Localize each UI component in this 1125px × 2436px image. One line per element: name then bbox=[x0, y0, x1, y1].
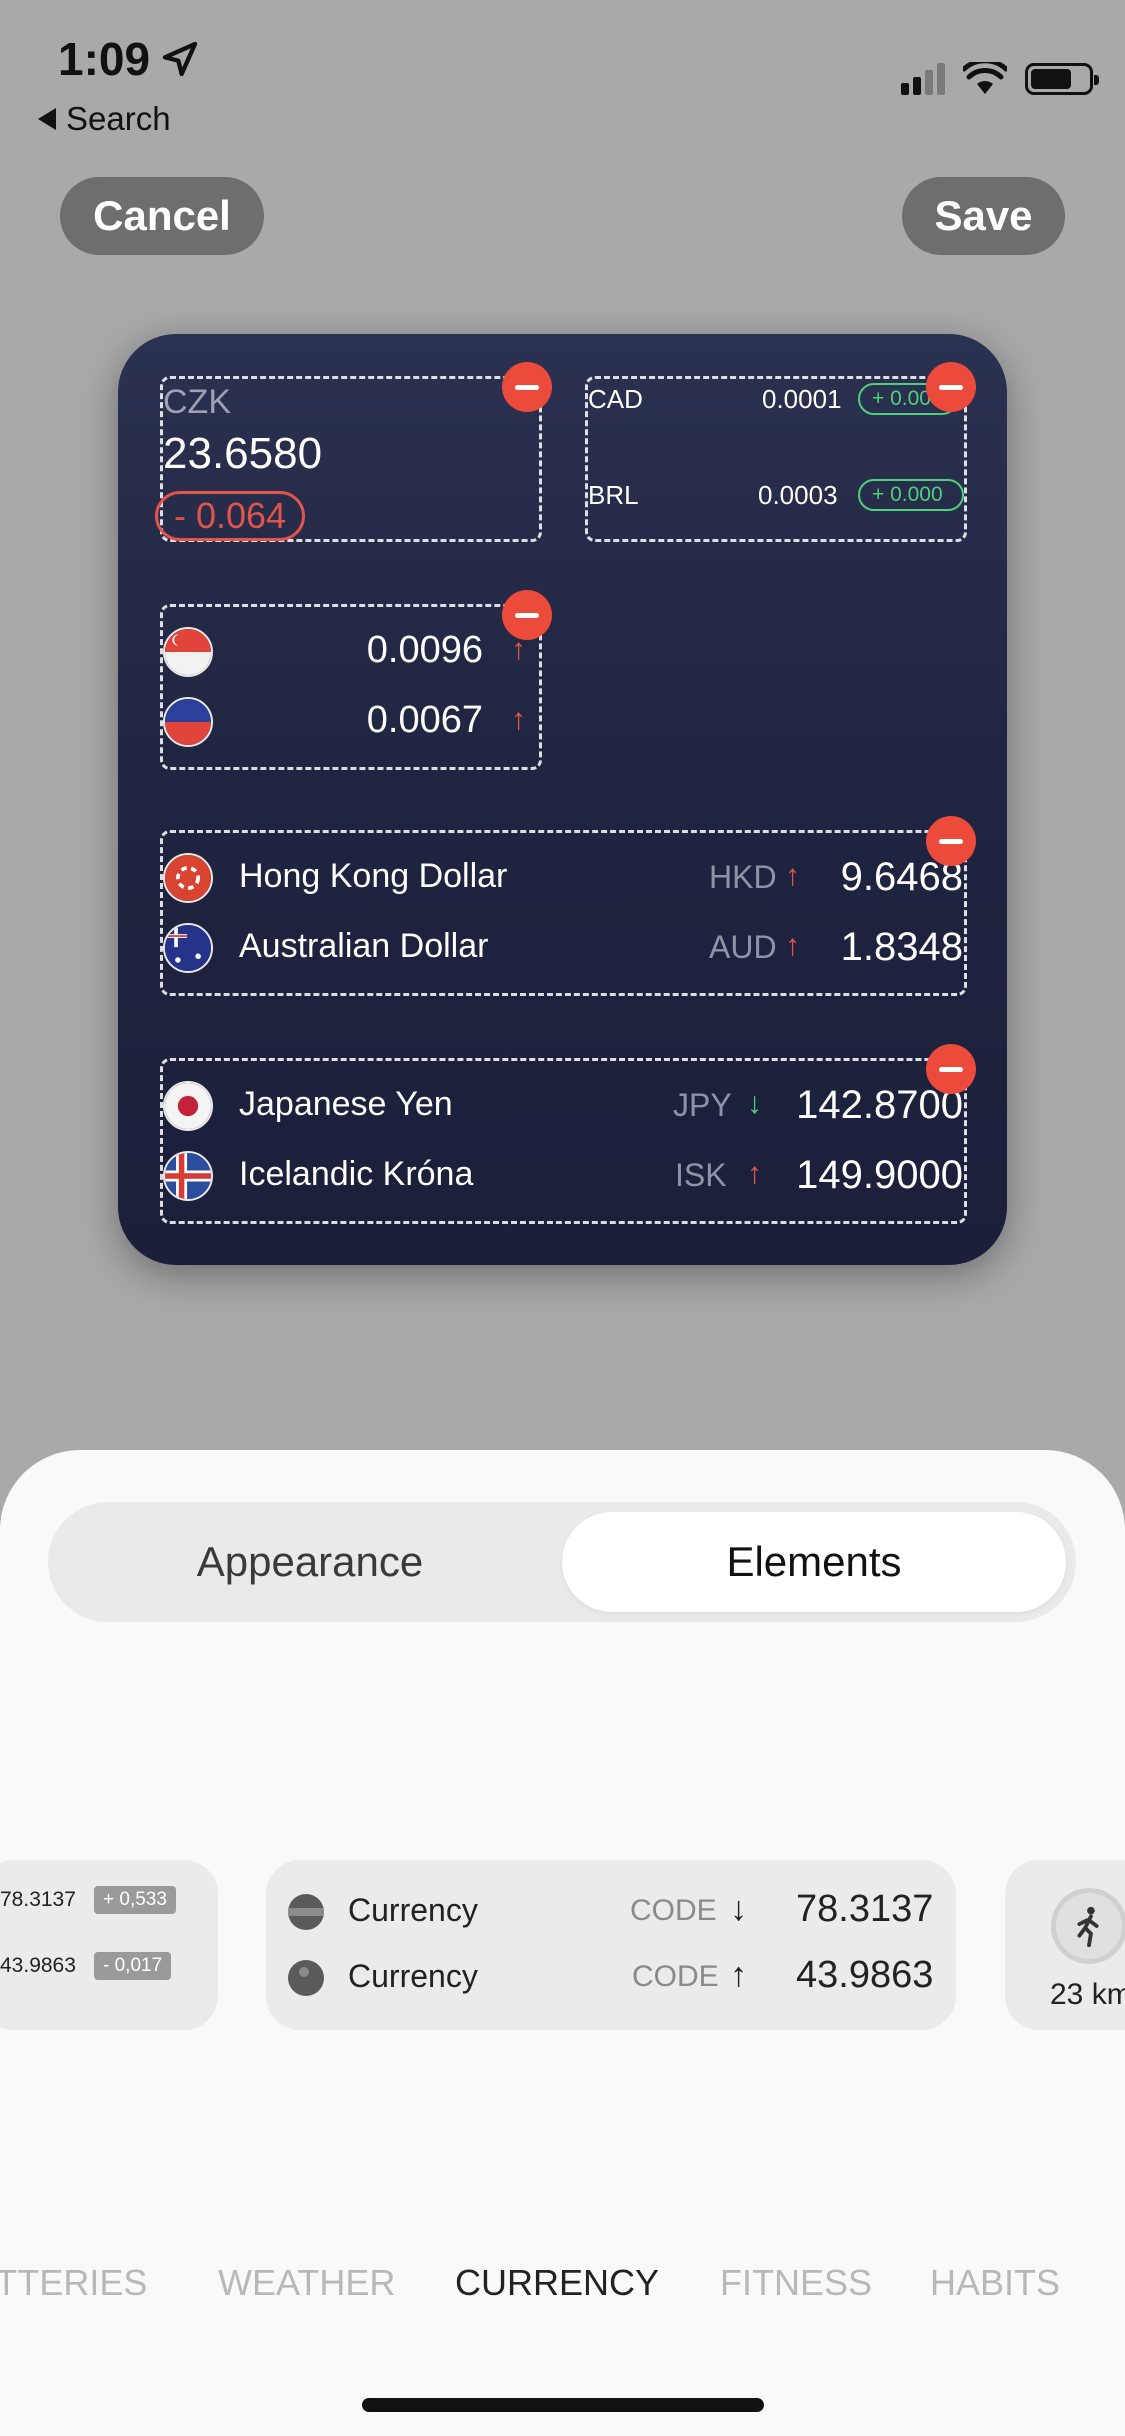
rate-value: 0.0067 bbox=[366, 699, 483, 741]
currency-code: HKD bbox=[709, 859, 777, 895]
currency-list-element-1[interactable]: Hong Kong Dollar HKD ↑ 9.6468 Australian… bbox=[160, 830, 967, 996]
currency-list-element-2[interactable]: Japanese Yen JPY ↓ 142.8700 Icelandic Kr… bbox=[160, 1058, 967, 1224]
home-indicator bbox=[362, 2398, 764, 2412]
currency-code: JPY bbox=[673, 1087, 732, 1123]
save-button[interactable]: Save bbox=[902, 177, 1065, 255]
back-label: Search bbox=[66, 100, 171, 137]
element-card-previous[interactable]: 78.3137 + 0,533 43.9863 - 0,017 bbox=[0, 1860, 218, 2030]
czk-change-badge: - 0.064 bbox=[155, 491, 306, 541]
mini-row-cad: CAD 0.0001 + 0.00 bbox=[588, 379, 964, 419]
cancel-button[interactable]: Cancel bbox=[60, 177, 264, 255]
czk-element[interactable]: CZK 23.6580 - 0.064 bbox=[155, 376, 542, 542]
czk-value: 23.6580 bbox=[163, 429, 323, 478]
tab-appearance[interactable]: Appearance bbox=[58, 1512, 562, 1612]
element-card-next[interactable]: 23 km bbox=[1005, 1860, 1125, 2030]
red-blue-flag-icon bbox=[163, 697, 213, 747]
card-change-badge: - 0,017 bbox=[94, 1952, 172, 1980]
currency-code: AUD bbox=[709, 929, 777, 965]
currency-name: Hong Kong Dollar bbox=[239, 857, 508, 895]
card-value: 43.9863 bbox=[0, 1954, 76, 1977]
trend-up-arrow: ↑ bbox=[730, 1956, 747, 1994]
back-to-search-link[interactable]: Search bbox=[38, 100, 171, 138]
flag-rates-element[interactable]: 0.0096 ↑ 0.0067 ↑ bbox=[160, 604, 542, 770]
category-tabs: BATTERIES WEATHER CURRENCY FITNESS HABIT… bbox=[0, 2262, 1125, 2312]
card-currency-code: CODE bbox=[632, 1960, 719, 1993]
mini-change-badge: + 0.000 bbox=[858, 479, 964, 511]
segmented-control: Appearance Elements bbox=[48, 1502, 1076, 1622]
card-currency-name: Currency bbox=[348, 1892, 478, 1928]
widget-preview: CZK 23.6580 - 0.064 CAD 0.0001 + 0.00 BR… bbox=[118, 334, 1007, 1265]
currency-value: 149.9000 bbox=[796, 1153, 963, 1197]
status-time: 1:09 bbox=[58, 32, 200, 86]
mini-code: CAD bbox=[588, 383, 643, 414]
czk-code: CZK bbox=[163, 383, 231, 421]
trend-up-arrow: ↑ bbox=[511, 703, 526, 736]
trend-down-arrow: ↓ bbox=[730, 1890, 747, 1928]
rate-value: 0.0096 bbox=[366, 629, 483, 671]
mini-code: BRL bbox=[588, 479, 639, 510]
battery-icon bbox=[1025, 63, 1099, 95]
remove-currency-list-1-button[interactable] bbox=[926, 816, 976, 866]
tab-weather[interactable]: WEATHER bbox=[218, 2262, 395, 2304]
distance-value: 23 km bbox=[1050, 1978, 1125, 2011]
card-currency-value: 43.9863 bbox=[796, 1954, 934, 1996]
currency-name: Australian Dollar bbox=[239, 927, 489, 965]
tab-fitness[interactable]: FITNESS bbox=[720, 2262, 872, 2304]
mini-value: 0.0003 bbox=[758, 479, 838, 510]
walking-icon bbox=[1051, 1888, 1125, 1964]
remove-flag-rates-element-button[interactable] bbox=[502, 590, 552, 640]
australia-flag-icon bbox=[163, 923, 213, 973]
placeholder-flag-icon bbox=[288, 1960, 324, 1996]
mini-row-brl: BRL 0.0003 + 0.000 bbox=[588, 475, 964, 515]
cad-brl-element[interactable]: CAD 0.0001 + 0.00 BRL 0.0003 + 0.000 bbox=[585, 376, 967, 542]
location-arrow-icon bbox=[162, 41, 198, 77]
currency-name: Icelandic Króna bbox=[239, 1155, 474, 1193]
time-label: 1:09 bbox=[58, 33, 151, 85]
trend-up-arrow: ↑ bbox=[785, 859, 800, 892]
japan-flag-icon bbox=[163, 1081, 213, 1131]
placeholder-flag-icon bbox=[288, 1894, 324, 1930]
trend-up-arrow: ↑ bbox=[747, 1157, 762, 1190]
singapore-flag-icon bbox=[163, 627, 213, 677]
currency-value: 142.8700 bbox=[796, 1083, 963, 1127]
iceland-flag-icon bbox=[163, 1151, 213, 1201]
element-card-currency-list[interactable]: Currency CODE ↓ 78.3137 Currency CODE ↑ … bbox=[266, 1860, 956, 2030]
status-icons bbox=[901, 62, 1099, 96]
mini-value: 0.0001 bbox=[762, 383, 842, 414]
trend-down-arrow: ↓ bbox=[747, 1087, 762, 1120]
tab-currency[interactable]: CURRENCY bbox=[455, 2262, 659, 2304]
tab-habits[interactable]: HABITS bbox=[930, 2262, 1060, 2304]
cellular-signal-icon bbox=[901, 63, 945, 95]
remove-cad-brl-element-button[interactable] bbox=[926, 362, 976, 412]
card-currency-code: CODE bbox=[630, 1894, 717, 1927]
remove-currency-list-2-button[interactable] bbox=[926, 1044, 976, 1094]
currency-value: 1.8348 bbox=[840, 925, 963, 969]
back-triangle-icon bbox=[38, 108, 56, 130]
currency-name: Japanese Yen bbox=[239, 1085, 453, 1123]
remove-czk-element-button[interactable] bbox=[502, 362, 552, 412]
tab-batteries[interactable]: BATTERIES bbox=[0, 2262, 147, 2304]
currency-code: ISK bbox=[675, 1157, 727, 1193]
card-currency-name: Currency bbox=[348, 1958, 478, 1994]
hong-kong-flag-icon bbox=[163, 853, 213, 903]
card-change-badge: + 0,533 bbox=[94, 1886, 176, 1914]
tab-elements[interactable]: Elements bbox=[562, 1512, 1066, 1612]
wifi-icon bbox=[963, 62, 1007, 94]
card-currency-value: 78.3137 bbox=[796, 1888, 934, 1930]
trend-up-arrow: ↑ bbox=[785, 929, 800, 962]
card-value: 78.3137 bbox=[0, 1888, 76, 1911]
